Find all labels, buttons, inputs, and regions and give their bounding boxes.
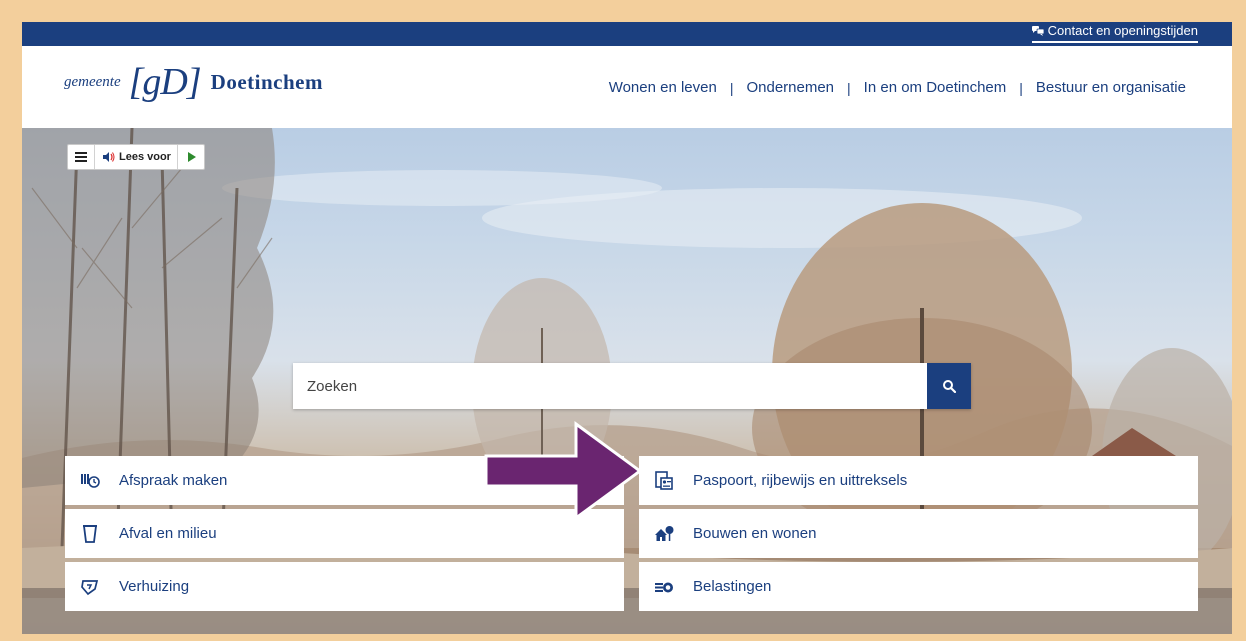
moving-box-icon [79, 576, 101, 598]
logo-name: Doetinchem [210, 69, 323, 94]
read-aloud-toolbar: Lees voor [67, 144, 205, 170]
tile-label: Belastingen [693, 578, 772, 595]
nav-item-bestuur-en-organisatie[interactable]: Bestuur en organisatie [1036, 79, 1186, 96]
tile-label: Verhuizing [119, 578, 190, 595]
tile-label: Paspoort, rijbewijs en uittreksels [693, 472, 908, 489]
play-icon [187, 152, 196, 162]
tile-label: Bouwen en wonen [693, 525, 817, 542]
nav-item-in-en-om-doetinchem[interactable]: In en om Doetinchem [864, 79, 1007, 96]
tile-label: Afspraak maken [119, 472, 228, 489]
house-tree-icon [653, 523, 675, 545]
readbar-menu-button[interactable] [68, 145, 95, 169]
logo-mark: [gD] [128, 61, 202, 103]
read-aloud-label: Lees voor [119, 151, 171, 163]
speaker-icon [103, 152, 115, 162]
coins-icon [653, 576, 675, 598]
waste-bin-icon [79, 523, 101, 545]
speech-bubbles-icon [1031, 26, 1044, 36]
site-logo[interactable]: gemeente [gD] Doetinchem [64, 60, 323, 104]
search-icon [943, 380, 956, 393]
nav-separator: | [1019, 79, 1023, 96]
calendar-clock-icon [79, 470, 101, 492]
site-header: gemeente [gD] Doetinchem Wonen en leven … [22, 46, 1232, 128]
contact-link[interactable]: Contact en openingstijden [1031, 23, 1198, 43]
nav-separator: | [847, 79, 851, 96]
search-button[interactable] [927, 363, 971, 409]
nav-item-ondernemen[interactable]: Ondernemen [746, 79, 834, 96]
annotation-arrow-icon [484, 421, 643, 521]
tile-verhuizing[interactable]: Verhuizing [65, 562, 624, 611]
tile-bouwen-en-wonen[interactable]: Bouwen en wonen [639, 509, 1198, 558]
search-input[interactable] [293, 363, 927, 409]
contact-link-label: Contact en openingstijden [1047, 23, 1198, 38]
play-button[interactable] [178, 145, 204, 169]
tile-belastingen[interactable]: Belastingen [639, 562, 1198, 611]
search-bar [293, 363, 971, 409]
id-card-icon [653, 470, 675, 492]
menu-icon [75, 152, 87, 162]
logo-prefix: gemeente [64, 73, 121, 90]
main-navigation: Wonen en leven | Ondernemen | In en om D… [609, 79, 1186, 96]
nav-item-wonen-en-leven[interactable]: Wonen en leven [609, 79, 717, 96]
read-aloud-button[interactable]: Lees voor [95, 145, 178, 169]
top-utility-bar: Contact en openingstijden [22, 22, 1232, 46]
tile-paspoort-rijbewijs-uittreksels[interactable]: Paspoort, rijbewijs en uittreksels [639, 456, 1198, 505]
nav-separator: | [729, 79, 734, 96]
browser-viewport: Contact en openingstijden gemeente [gD] … [22, 22, 1232, 634]
tile-label: Afval en milieu [119, 525, 217, 542]
